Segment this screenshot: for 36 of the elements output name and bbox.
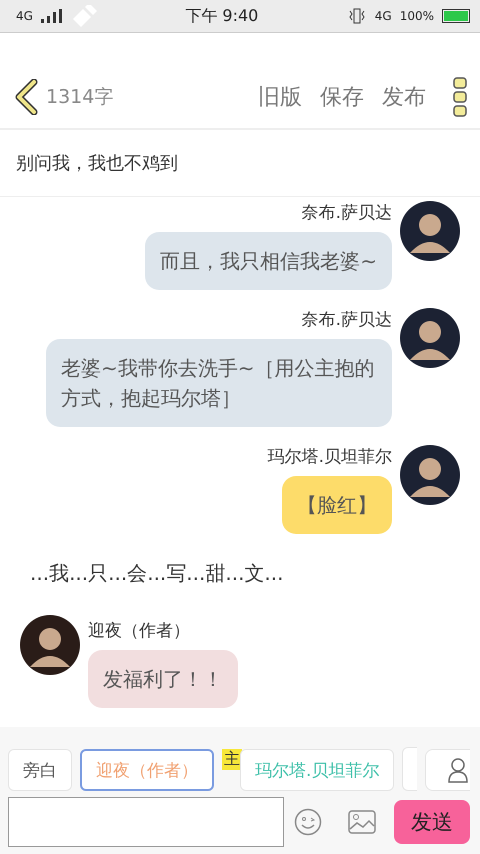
role-chip[interactable]: 旁白 <box>8 749 72 791</box>
narration-text: ...我...只...会...写...甜...文... <box>29 560 285 587</box>
vibrate-icon <box>346 7 367 25</box>
avatar-icon <box>20 615 80 675</box>
battery-percent: 100% <box>400 9 434 23</box>
speaker-name: 迎夜（作者） <box>88 620 190 642</box>
speaker-name: 奈布.萨贝达 <box>302 309 392 331</box>
topic-title: 别问我，我也不鸡到 <box>16 152 178 175</box>
header-action[interactable]: 发布 <box>376 82 432 112</box>
message-input[interactable] <box>8 797 284 847</box>
role-chip[interactable]: 玛尔塔.贝坦菲尔 <box>240 749 394 791</box>
network-label: 4G <box>16 9 33 23</box>
speaker-name: 玛尔塔.贝坦菲尔 <box>268 446 392 468</box>
message-bubble: 【脸红】 <box>282 476 392 534</box>
word-count: 1314字 <box>46 84 114 110</box>
more-icon[interactable] <box>452 76 468 116</box>
signal-icon <box>40 9 63 23</box>
emoji-icon[interactable] <box>294 808 322 836</box>
back-icon[interactable] <box>14 78 40 114</box>
battery-icon <box>442 9 470 23</box>
message-bubble: 而且，我只相信我老婆~ <box>145 232 392 290</box>
avatar-icon <box>400 201 460 261</box>
role-chip-edge <box>402 747 418 791</box>
avatar-icon <box>400 445 460 505</box>
network-label: 4G <box>374 9 392 23</box>
person-icon <box>447 757 470 783</box>
send-button[interactable]: 发送 <box>394 800 470 844</box>
status-time: 下午 9:40 <box>184 6 260 26</box>
main-badge: 主 <box>222 749 242 770</box>
message-bubble: 老婆~我带你去洗手~［用公主抱的方式，抱起玛尔塔］ <box>46 339 392 427</box>
avatar-icon <box>400 308 460 368</box>
message-bubble: 发福利了！！ <box>88 650 238 708</box>
header-action[interactable]: 保存 <box>314 82 370 112</box>
header-action[interactable]: 旧版 <box>252 82 308 112</box>
speaker-name: 奈布.萨贝达 <box>302 202 392 224</box>
image-icon[interactable] <box>348 810 376 834</box>
